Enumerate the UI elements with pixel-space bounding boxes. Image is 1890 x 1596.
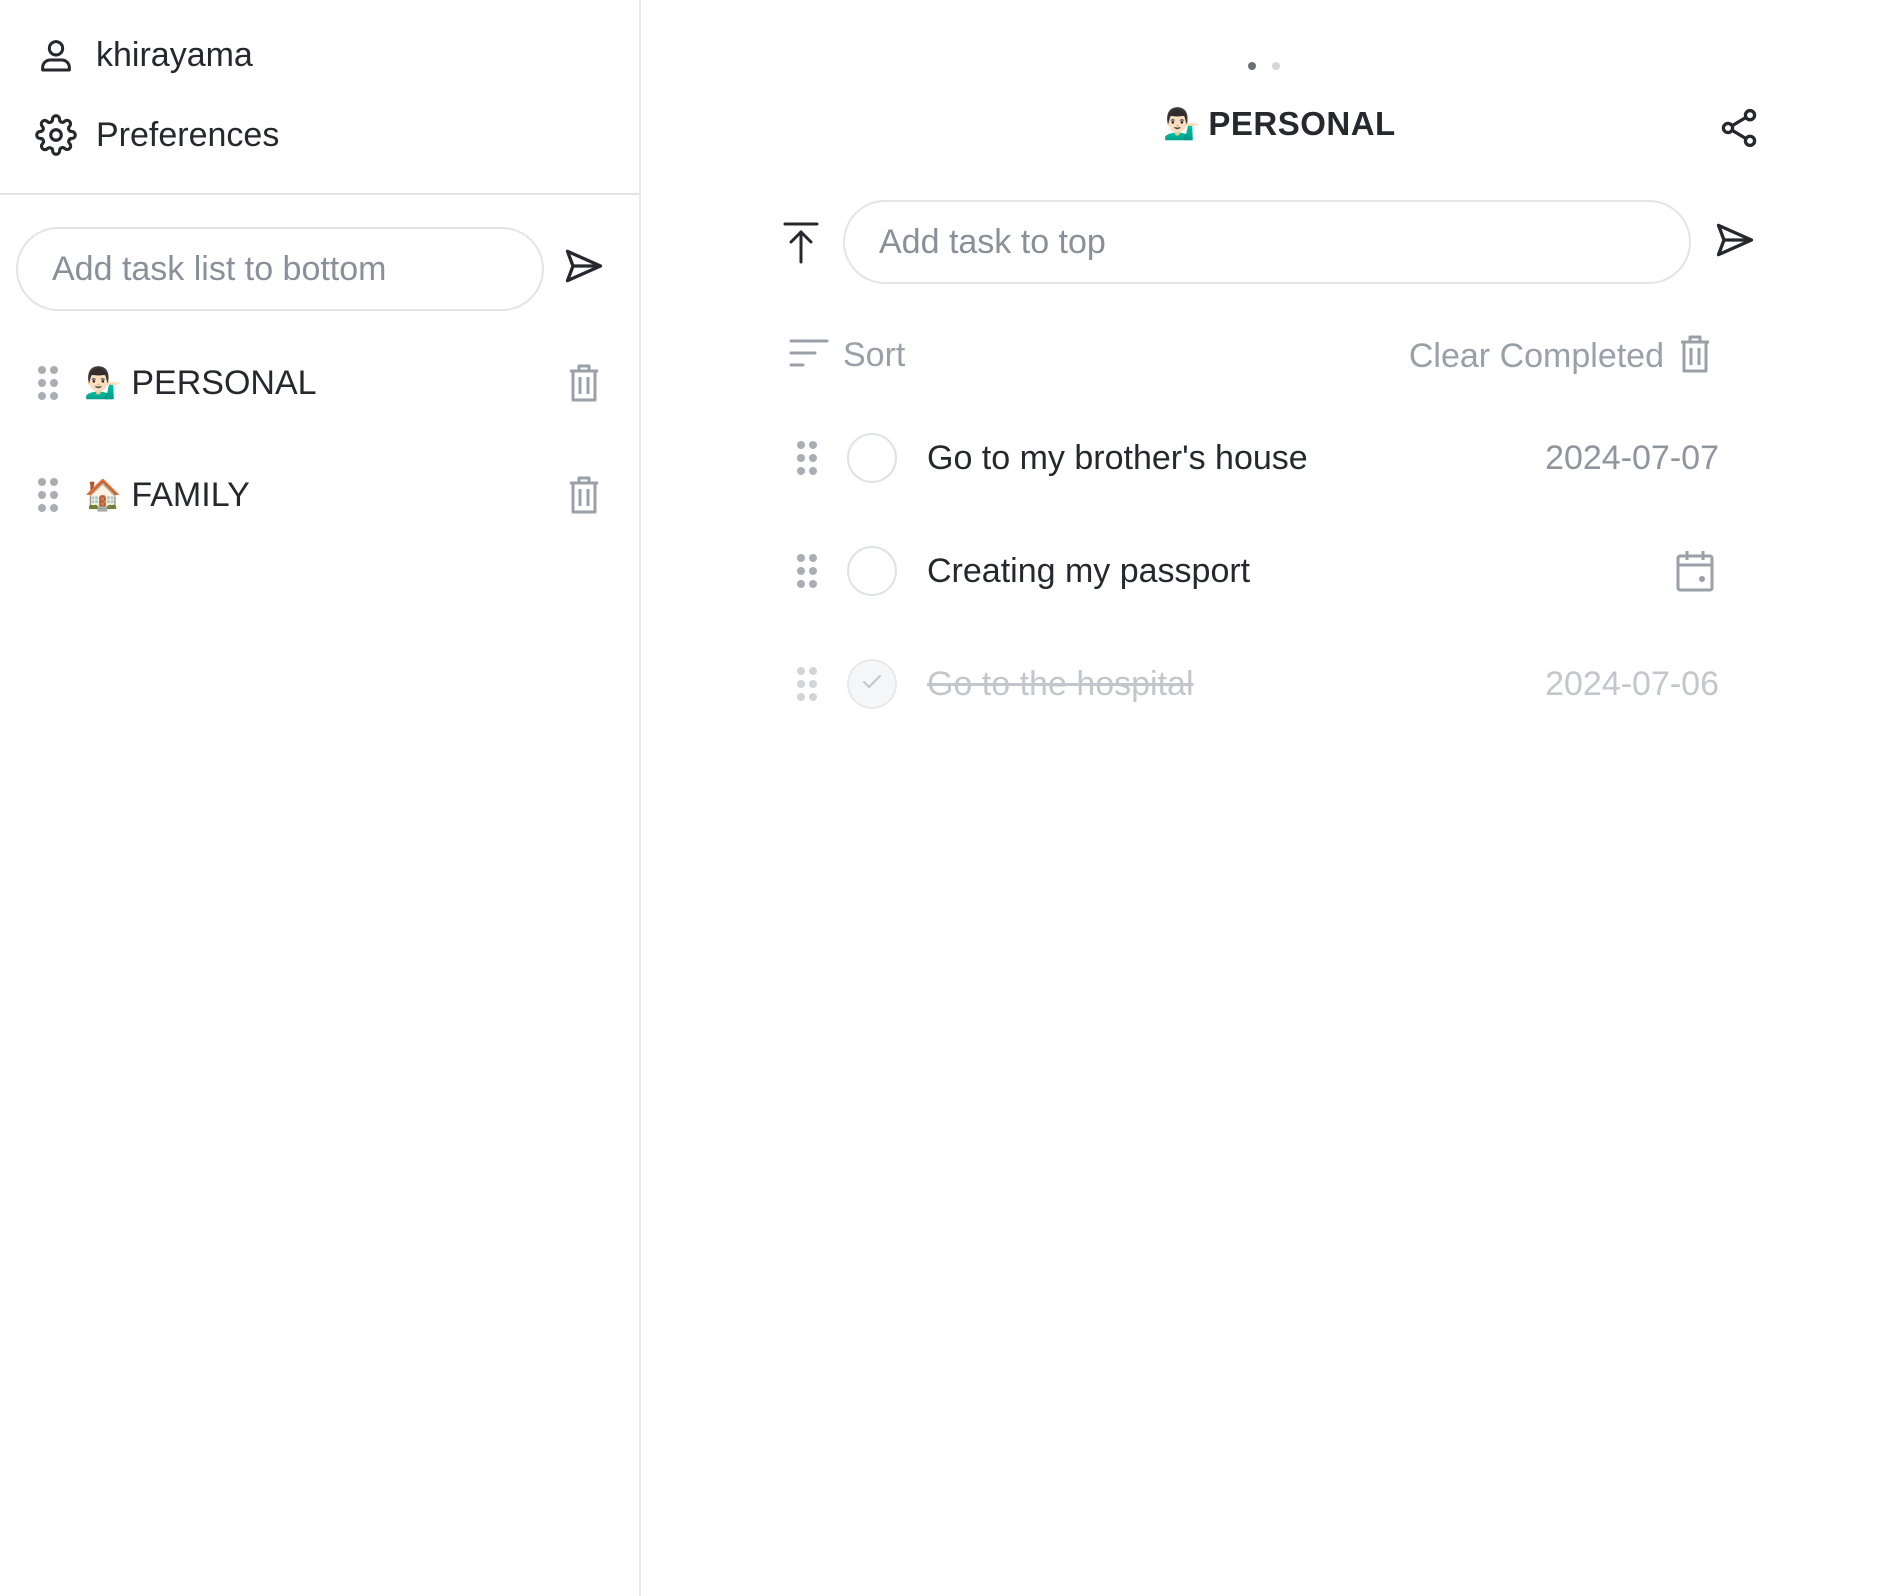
- task-text[interactable]: Creating my passport: [927, 552, 1250, 591]
- sort-label: Sort: [843, 336, 906, 374]
- task-checkbox-checked[interactable]: [847, 659, 897, 709]
- task-text[interactable]: Go to my brother's house: [927, 439, 1308, 478]
- sort-icon: [789, 338, 829, 373]
- list-title-emoji: 💁🏻‍♂️: [1163, 106, 1201, 142]
- send-icon: [1713, 218, 1757, 267]
- page-indicator: [1248, 62, 1280, 70]
- task-checkbox[interactable]: [847, 433, 897, 483]
- task-date[interactable]: 2024-07-06: [1545, 665, 1719, 704]
- gear-icon: [34, 113, 78, 157]
- drag-handle-icon[interactable]: [30, 473, 66, 517]
- trash-icon[interactable]: [562, 471, 606, 519]
- task-list-item-family[interactable]: 🏠 FAMILY: [30, 465, 610, 525]
- user-name: khirayama: [96, 35, 253, 74]
- calendar-icon[interactable]: [1673, 547, 1717, 595]
- page-dot-active[interactable]: [1248, 62, 1256, 70]
- trash-icon: [1678, 334, 1712, 379]
- drag-handle-icon[interactable]: [30, 361, 66, 405]
- list-name: FAMILY: [131, 475, 250, 514]
- checkmark-icon: [862, 674, 882, 695]
- add-list-send-button[interactable]: [558, 242, 610, 294]
- arrow-to-top-icon: [781, 221, 821, 270]
- preferences-menu-item[interactable]: Preferences: [34, 113, 279, 157]
- task-list-panel: 💁🏻‍♂️ PERSONAL: [643, 0, 1890, 1596]
- clear-completed-button[interactable]: Clear Completed: [1409, 334, 1712, 379]
- new-task-input[interactable]: [877, 221, 1689, 263]
- page-dot[interactable]: [1272, 62, 1280, 70]
- list-emoji: 🏠: [84, 477, 122, 513]
- list-header: 💁🏻‍♂️ PERSONAL: [1163, 105, 1396, 143]
- drag-handle-icon[interactable]: [789, 436, 825, 480]
- person-icon: [34, 33, 78, 77]
- clear-completed-label: Clear Completed: [1408, 337, 1664, 375]
- list-emoji: 💁🏻‍♂️: [84, 365, 122, 401]
- list-title: PERSONAL: [1208, 105, 1396, 142]
- sidebar-header: [0, 0, 639, 195]
- new-list-field: [16, 227, 544, 311]
- task-date[interactable]: 2024-07-07: [1545, 439, 1719, 478]
- new-task-field: [843, 200, 1691, 284]
- share-icon: [1717, 106, 1761, 155]
- send-icon: [562, 244, 606, 293]
- task-item[interactable]: Go to my brother's house 2024-07-07: [789, 428, 1719, 488]
- sort-button[interactable]: Sort: [789, 336, 905, 375]
- sidebar: khirayama Preferences 💁🏻‍♂️ PERSONAL: [0, 0, 641, 1596]
- task-text[interactable]: Go to the hospital: [927, 665, 1194, 704]
- share-button[interactable]: [1713, 104, 1765, 156]
- add-task-send-button[interactable]: [1709, 216, 1761, 268]
- task-checkbox[interactable]: [847, 546, 897, 596]
- task-item[interactable]: Creating my passport: [789, 541, 1719, 601]
- drag-handle-icon[interactable]: [789, 662, 825, 706]
- insert-position-toggle[interactable]: [779, 220, 823, 270]
- user-menu-item[interactable]: khirayama: [34, 33, 253, 77]
- new-list-input[interactable]: [50, 248, 542, 290]
- drag-handle-icon[interactable]: [789, 549, 825, 593]
- trash-icon[interactable]: [562, 359, 606, 407]
- task-list-item-personal[interactable]: 💁🏻‍♂️ PERSONAL: [30, 353, 610, 413]
- preferences-label: Preferences: [96, 115, 280, 154]
- task-item-completed[interactable]: Go to the hospital 2024-07-06: [789, 654, 1719, 714]
- list-name: PERSONAL: [131, 363, 317, 402]
